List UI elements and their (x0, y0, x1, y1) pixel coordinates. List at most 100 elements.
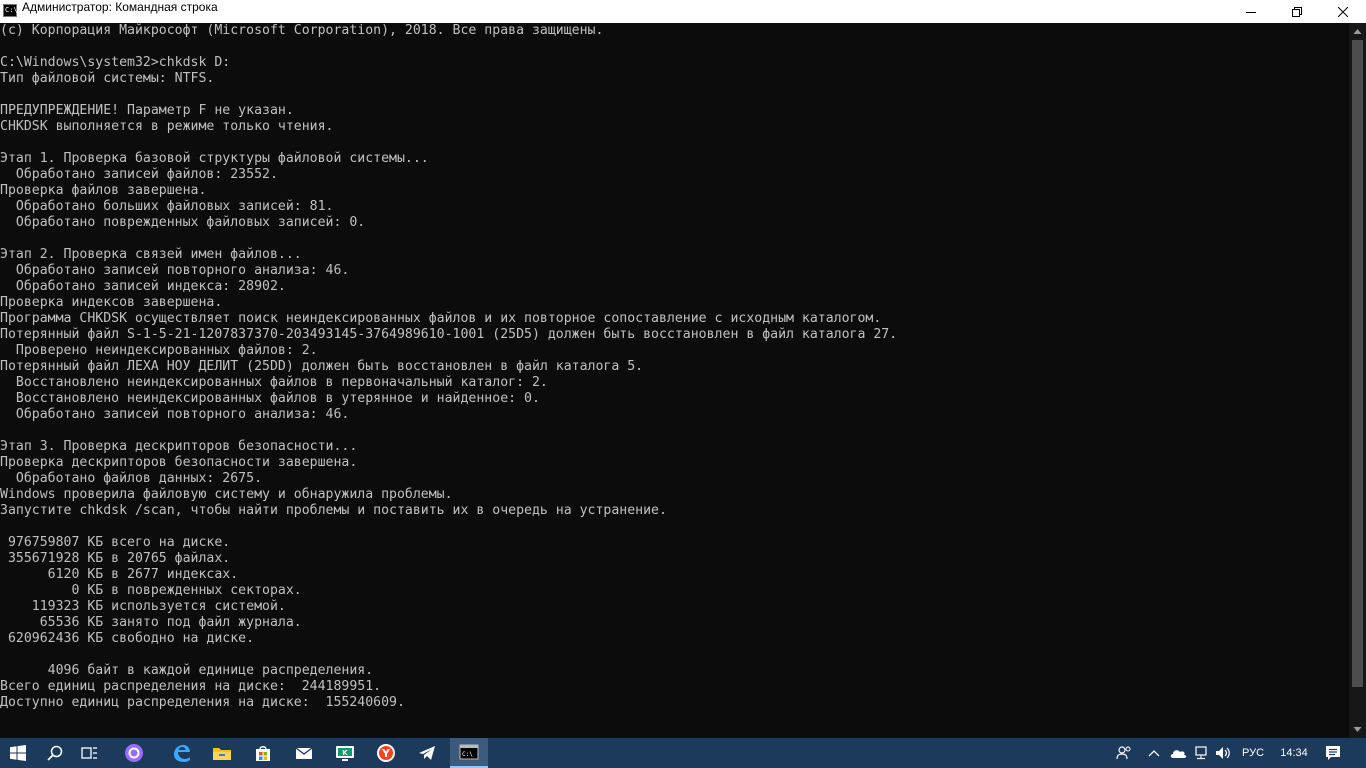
taskbar-app-mail[interactable] (287, 738, 321, 768)
yandex-browser-icon: Y (377, 744, 395, 762)
taskbar-app-telegram[interactable] (410, 738, 444, 768)
svg-text:Y: Y (381, 747, 391, 760)
scrollbar-thumb[interactable] (1352, 40, 1363, 687)
scroll-down-button[interactable] (1349, 721, 1366, 738)
onedrive-cloud-icon (1170, 750, 1187, 758)
console-line: Обработано записей файлов: 23552. (0, 167, 278, 182)
restore-icon (1292, 6, 1302, 17)
action-center-button[interactable] (1318, 738, 1348, 768)
tray-people-button[interactable] (1112, 738, 1136, 768)
console-line: 0 КБ в поврежденных секторах. (0, 583, 302, 598)
restore-button[interactable] (1274, 0, 1320, 23)
console-line: Восстановлено неиндексированных файлов в… (0, 391, 540, 406)
vertical-scrollbar[interactable] (1349, 23, 1366, 738)
console-lines: (c) Корпорация Майкрософт (Microsoft Cor… (0, 23, 1349, 711)
console-line: Обработано больших файловых записей: 81. (0, 199, 334, 214)
console-line: 355671928 КБ в 20765 файлах. (0, 551, 231, 566)
taskbar-app-edge[interactable] (164, 738, 198, 768)
taskbar-app-explorer[interactable] (205, 738, 239, 768)
console-line: Обработано записей повторного анализа: 4… (0, 263, 350, 278)
title-bar[interactable]: C:\ Администратор: Командная строка (0, 0, 1366, 23)
console-line: 119323 КБ используется системой. (0, 599, 286, 614)
cmd-app-icon[interactable]: C:\ (3, 4, 18, 17)
tray-language[interactable]: РУС (1238, 738, 1268, 768)
tray-overflow-button[interactable] (1143, 738, 1165, 768)
taskbar-app-store[interactable] (246, 738, 280, 768)
store-icon (256, 746, 270, 761)
scroll-up-button[interactable] (1349, 23, 1366, 40)
console-line: Проверка файлов завершена. (0, 183, 207, 198)
console-line: ПРЕДУПРЕЖДЕНИЕ! Параметр F не указан. (0, 103, 294, 118)
console-line: Тип файловой системы: NTFS. (0, 71, 215, 86)
tray-network[interactable] (1190, 738, 1212, 768)
cortana-icon (125, 744, 143, 762)
taskbar-app-kaspersky[interactable]: K (328, 738, 362, 768)
cortana-button[interactable] (117, 738, 151, 768)
console-line: Программа CHKDSK осуществляет поиск неин… (0, 311, 882, 326)
console-line: Запустите chkdsk /scan, чтобы найти проб… (0, 503, 667, 518)
kaspersky-icon: K (336, 746, 354, 761)
cmd-window: C:\ Администратор: Командная строка (c) … (0, 0, 1366, 738)
console-line: Обработано файлов данных: 2675. (0, 471, 263, 486)
close-icon (1338, 6, 1348, 17)
console-line: 620962436 КБ свободно на диске. (0, 631, 255, 646)
minimize-icon (1246, 11, 1256, 13)
close-button[interactable] (1320, 0, 1366, 23)
console-line: Этап 1. Проверка базовой структуры файло… (0, 151, 429, 166)
tray-onedrive[interactable] (1166, 738, 1190, 768)
console-line: Проверено неиндексированных файлов: 2. (0, 343, 318, 358)
volume-icon (1216, 747, 1230, 759)
search-button[interactable] (38, 738, 72, 768)
tray-clock[interactable]: 14:34 (1272, 738, 1316, 768)
console-line: 6120 КБ в 2677 индексах. (0, 567, 239, 582)
console-output[interactable]: (c) Корпорация Майкрософт (Microsoft Cor… (0, 23, 1349, 738)
console-line: 4096 байт в каждой единице распределения… (0, 663, 374, 678)
console-line: Обработано записей индекса: 28902. (0, 279, 286, 294)
console-line: Обработано записей повторного анализа: 4… (0, 407, 350, 422)
cmd-app-icon-label: C:\ (5, 6, 18, 14)
console-line: Потерянный файл S-1-5-21-1207837370-2034… (0, 327, 898, 342)
people-icon (1116, 746, 1131, 760)
taskbar-app-yandex[interactable]: Y (369, 738, 403, 768)
cmd-icon: C:\ (459, 744, 479, 760)
window-title: Администратор: Командная строка (22, 0, 218, 14)
console-line: Всего единиц распределения на диске: 244… (0, 679, 382, 694)
scroll-up-arrow-icon (1353, 29, 1362, 34)
taskbar-app-cmd-active[interactable]: C:\ (450, 738, 488, 768)
console-line: Восстановлено неиндексированных файлов в… (0, 375, 548, 390)
console-line: (c) Корпорация Майкрософт (Microsoft Cor… (0, 23, 604, 38)
taskbar: K Y C:\ РУС 14:34 (0, 738, 1366, 768)
notifications-icon (1326, 746, 1340, 760)
network-icon (1195, 746, 1207, 760)
edge-icon (174, 745, 190, 762)
console-line: Этап 2. Проверка связей имен файлов... (0, 247, 302, 262)
start-button[interactable] (0, 738, 36, 768)
console-line: Доступно единиц распределения на диске: … (0, 695, 405, 710)
console-line: Обработано поврежденных файловых записей… (0, 215, 366, 230)
console-line: 976759807 КБ всего на диске. (0, 535, 231, 550)
console-line: Windows проверила файловую систему и обн… (0, 487, 453, 502)
chevron-up-icon (1148, 750, 1160, 757)
console-line: Проверка дескрипторов безопасности завер… (0, 455, 358, 470)
console-line: 65536 КБ занято под файл журнала. (0, 615, 302, 630)
task-view-button[interactable] (72, 738, 106, 768)
telegram-icon (419, 746, 435, 760)
console-line: CHKDSK выполняется в режиме только чтени… (0, 119, 334, 134)
svg-text:C:\: C:\ (462, 751, 473, 758)
console-line: Этап 3. Проверка дескрипторов безопаснос… (0, 439, 358, 454)
file-explorer-icon (213, 748, 231, 760)
windows-start-icon (10, 745, 26, 761)
scroll-down-arrow-icon (1353, 727, 1362, 732)
svg-text:K: K (342, 749, 348, 757)
task-view-icon (81, 747, 97, 759)
console-line: Потерянный файл ЛЕХА НОУ ДЕЛИТ (25DD) до… (0, 359, 644, 374)
tray-volume[interactable] (1212, 738, 1234, 768)
search-icon (47, 745, 63, 761)
minimize-button[interactable] (1228, 0, 1274, 23)
